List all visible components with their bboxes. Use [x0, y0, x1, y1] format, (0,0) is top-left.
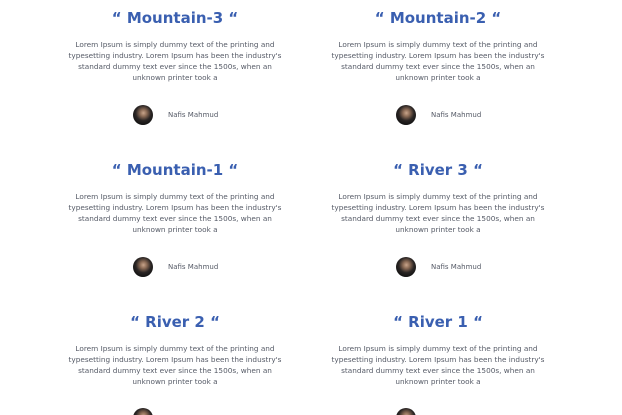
testimonial-card: “ Mountain-1 “ Lorem Ipsum is simply dum… [55, 161, 295, 235]
card-text: Lorem Ipsum is simply dummy text of the … [331, 40, 545, 82]
card-author: Nafis Mahmud [133, 105, 273, 125]
card-text: Lorem Ipsum is simply dummy text of the … [68, 192, 282, 234]
card-text: Lorem Ipsum is simply dummy text of the … [331, 344, 545, 386]
card-author: Nafis Mahmud [396, 257, 536, 277]
author-name: Nafis Mahmud [168, 263, 219, 271]
card-author [133, 408, 273, 415]
testimonial-card: “ River 3 “ Lorem Ipsum is simply dummy … [318, 161, 558, 235]
author-avatar [396, 408, 416, 415]
author-name: Nafis Mahmud [431, 111, 482, 119]
card-text: Lorem Ipsum is simply dummy text of the … [68, 40, 282, 82]
card-title: “ River 2 “ [130, 313, 220, 331]
author-avatar [133, 408, 153, 415]
author-avatar [396, 105, 416, 125]
author-avatar [396, 257, 416, 277]
testimonial-grid: “ Mountain-3 “ Lorem Ipsum is simply dum… [0, 0, 622, 415]
testimonial-card: “ River 1 “ Lorem Ipsum is simply dummy … [318, 313, 558, 387]
author-avatar [133, 105, 153, 125]
author-avatar [133, 257, 153, 277]
card-author: Nafis Mahmud [133, 257, 273, 277]
card-title: “ River 3 “ [393, 161, 483, 179]
card-title: “ River 1 “ [393, 313, 483, 331]
card-text: Lorem Ipsum is simply dummy text of the … [68, 344, 282, 386]
testimonial-card: “ Mountain-2 “ Lorem Ipsum is simply dum… [318, 9, 558, 83]
testimonial-card: “ Mountain-3 “ Lorem Ipsum is simply dum… [55, 9, 295, 83]
author-name: Nafis Mahmud [168, 111, 219, 119]
testimonial-card: “ River 2 “ Lorem Ipsum is simply dummy … [55, 313, 295, 387]
card-text: Lorem Ipsum is simply dummy text of the … [331, 192, 545, 234]
card-author: Nafis Mahmud [396, 105, 536, 125]
card-author [396, 408, 536, 415]
card-title: “ Mountain-2 “ [374, 9, 502, 27]
author-name: Nafis Mahmud [431, 263, 482, 271]
card-title: “ Mountain-1 “ [111, 161, 239, 179]
card-title: “ Mountain-3 “ [111, 9, 239, 27]
